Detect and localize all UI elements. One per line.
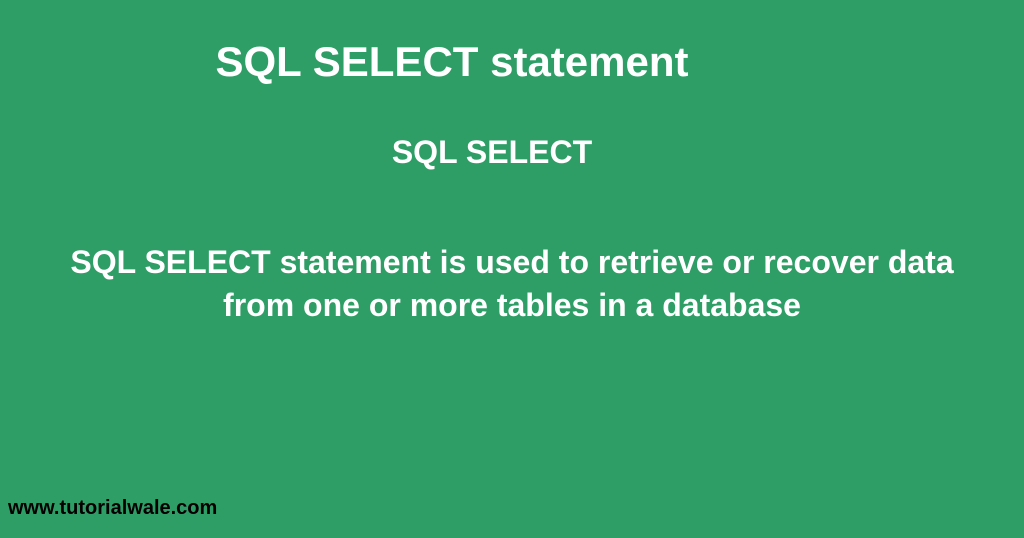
footer-url: www.tutorialwale.com: [8, 497, 217, 520]
main-title: SQL SELECT statement: [0, 0, 1024, 86]
subtitle: SQL SELECT: [0, 134, 1024, 171]
description-text: SQL SELECT statement is used to retrieve…: [0, 241, 1024, 327]
